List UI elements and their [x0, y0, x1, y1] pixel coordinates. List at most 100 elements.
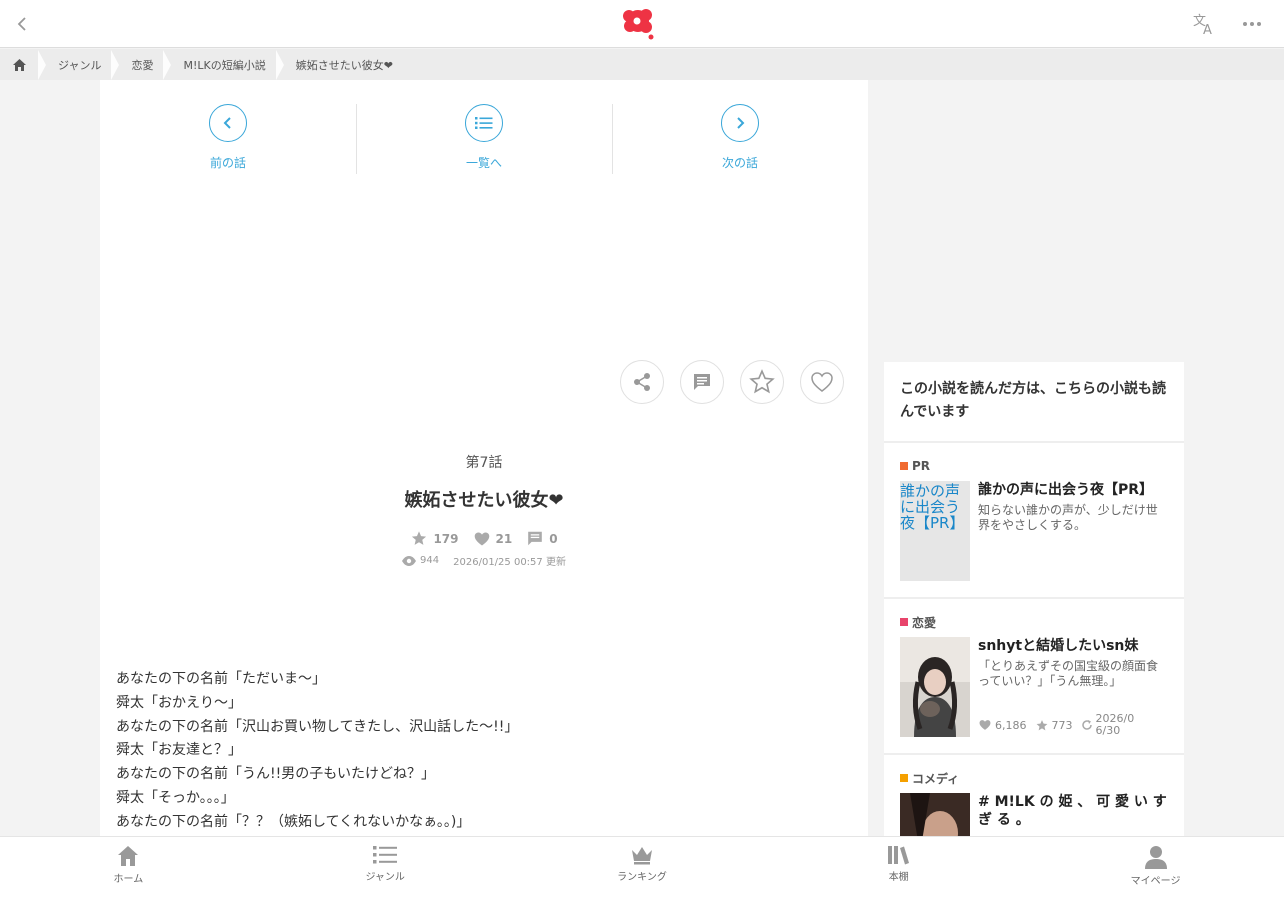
translate-icon: 文 A [1193, 14, 1212, 36]
eye-icon [402, 555, 417, 566]
refresh-icon [1081, 720, 1092, 730]
like-count: 21 [473, 530, 513, 547]
main-content: 前の話 一覧へ 次の話 第7話 嫉妬させたい彼女❤︎ 179 21 0 944 … [100, 80, 868, 836]
episode-header: 第7話 嫉妬させたい彼女❤︎ 179 21 0 944 2026/01/25 0… [100, 452, 868, 568]
user-icon [1144, 846, 1167, 869]
bookshelf-icon [887, 846, 909, 865]
nav-home-label: ホーム [113, 874, 144, 885]
tag-color-dot [900, 462, 908, 470]
thumbnail-alt-text: 誰かの声に出会う夜【PR】 [900, 482, 965, 532]
novel-description: 「とりあえずその国宝級の顔面食っていい？」「うん無理。」 [978, 659, 1159, 688]
heart-icon [474, 531, 489, 546]
breadcrumb-item[interactable]: 恋愛 [119, 49, 163, 80]
view-count-value: 944 [420, 555, 440, 566]
recommendation-item[interactable]: コメディ # M!LK の 姫 、 可 愛 い す ぎ る 。 [884, 755, 1184, 836]
more-horizontal-icon [1243, 21, 1261, 26]
home-icon [118, 846, 139, 866]
comment-icon [694, 374, 710, 390]
chevron-right-icon [737, 117, 745, 129]
list-circle [465, 104, 503, 142]
favorite-star-button[interactable] [740, 360, 784, 404]
nav-home[interactable]: ホーム [0, 837, 257, 900]
breadcrumb-separator [111, 49, 120, 80]
comment-button[interactable] [680, 360, 724, 404]
star-icon [1036, 719, 1047, 730]
story-line: 舜太「おかえり〜」 [116, 694, 242, 711]
story-line: あなたの下の名前「？？（嫉妬してくれないかなぁ。。)」 [116, 813, 471, 830]
top-header: 文 A [0, 0, 1284, 48]
genre-tag-label: 恋愛 [912, 615, 937, 630]
portrait-image [900, 637, 970, 737]
heart-outline-icon [811, 372, 833, 392]
story-line: 舜太「お友達と？」 [116, 742, 242, 759]
crown-icon [631, 847, 652, 865]
comment-count-value: 0 [549, 531, 558, 546]
story-line: あなたの下の名前「沢山お買い物してきたし、沢山話した〜!!」 [116, 718, 519, 735]
breadcrumb-item[interactable]: ジャンル [46, 49, 111, 80]
breadcrumb-separator [163, 49, 172, 80]
novel-thumbnail[interactable] [900, 637, 970, 737]
genre-tag-label: PR [912, 459, 931, 473]
translate-button[interactable]: 文 A [1184, 4, 1224, 44]
view-count: 944 [402, 553, 439, 568]
episode-meta: 944 2026/01/25 00:57 更新 [100, 553, 868, 568]
action-buttons [620, 360, 844, 404]
star-outline-icon [749, 369, 775, 394]
nav-shelf[interactable]: 本棚 [770, 837, 1027, 900]
story-line: あなたの下の名前「ただいま〜」 [116, 671, 326, 687]
novel-star-value: 773 [1051, 718, 1073, 732]
episode-list-button[interactable]: 一覧へ [356, 104, 612, 200]
prev-episode-label: 前の話 [209, 156, 246, 170]
list-icon [475, 117, 493, 129]
comment-count: 0 [526, 530, 558, 547]
novel-title[interactable]: snhytと結婚したいsn妹 [978, 637, 1168, 655]
chevron-left-icon [17, 16, 26, 31]
like-count-value: 21 [495, 531, 513, 546]
breadcrumb-current: 嫉妬させたい彼女❤︎ [295, 58, 393, 72]
more-button[interactable] [1232, 4, 1272, 44]
novel-stats: 6,186 773 2026/06/30 [978, 713, 1168, 737]
tag-color-dot [900, 618, 908, 626]
recommendation-item[interactable]: PR 誰かの声に出会う夜【PR】 誰かの声に出会う夜【PR】 知らない誰かの声が… [884, 443, 1184, 599]
breadcrumb-separator [38, 49, 46, 80]
heart-icon [979, 720, 991, 730]
breadcrumb-home[interactable] [0, 49, 38, 80]
novel-updated-value: 2026/06/30 [1095, 712, 1135, 737]
nav-mypage[interactable]: マイページ [1027, 837, 1284, 900]
svg-text:A: A [1203, 23, 1212, 36]
brand-logo[interactable] [620, 7, 658, 41]
like-button[interactable] [800, 360, 844, 404]
prev-circle [209, 104, 247, 142]
nav-genre-label: ジャンル [365, 872, 405, 883]
nav-genre[interactable]: ジャンル [257, 837, 514, 900]
episode-list-label: 一覧へ [465, 156, 502, 170]
recommendation-heading: この小説を読んだ方は、こちらの小説も読んでいます [884, 362, 1184, 443]
novel-thumbnail[interactable] [900, 793, 970, 836]
recommendation-item[interactable]: 恋愛 snhytと結婚したいsn妹 「とりあえずその国宝級の顔面食っていい？」「… [884, 599, 1184, 755]
novel-title[interactable]: # M!LK の 姫 、 可 愛 い す ぎ る 。 [978, 793, 1168, 829]
genre-tag: 恋愛 [900, 615, 1168, 630]
novel-title[interactable]: 誰かの声に出会う夜【PR】 [978, 481, 1168, 499]
story-line: 舜太「そっか。。。」 [116, 789, 235, 806]
genre-tag-label: コメディ [912, 771, 960, 786]
star-count: 179 [410, 530, 459, 547]
tag-color-dot [900, 774, 908, 782]
genre-tag: コメディ [900, 771, 1168, 786]
updated-at: 2026/01/25 00:57 更新 [453, 557, 566, 568]
share-button[interactable] [620, 360, 664, 404]
novel-updated: 2026/06/30 [1081, 713, 1140, 737]
breadcrumb: ジャンル 恋愛 M!LKの短編小説 嫉妬させたい彼女❤︎ [0, 49, 1284, 80]
story-line: あなたの下の名前「うん!!男の子もいたけどね？」 [116, 766, 435, 783]
chevron-left-icon [223, 117, 231, 129]
breadcrumb-item[interactable]: M!LKの短編小説 [171, 49, 275, 80]
next-episode-button[interactable]: 次の話 [612, 104, 868, 200]
bottom-navigation: ホーム ジャンル ランキング 本棚 マイページ [0, 836, 1284, 900]
recommendation-sidebar: この小説を読んだ方は、こちらの小説も読んでいます PR 誰かの声に出会う夜【PR… [884, 362, 1184, 836]
nav-ranking[interactable]: ランキング [514, 837, 771, 900]
novel-thumbnail[interactable]: 誰かの声に出会う夜【PR】 [900, 481, 970, 581]
episode-title: 嫉妬させたい彼女❤︎ [404, 490, 564, 511]
back-button[interactable] [0, 0, 44, 48]
star-icon [412, 531, 427, 545]
prev-episode-button[interactable]: 前の話 [100, 104, 356, 200]
novel-like-value: 6,186 [995, 718, 1027, 732]
